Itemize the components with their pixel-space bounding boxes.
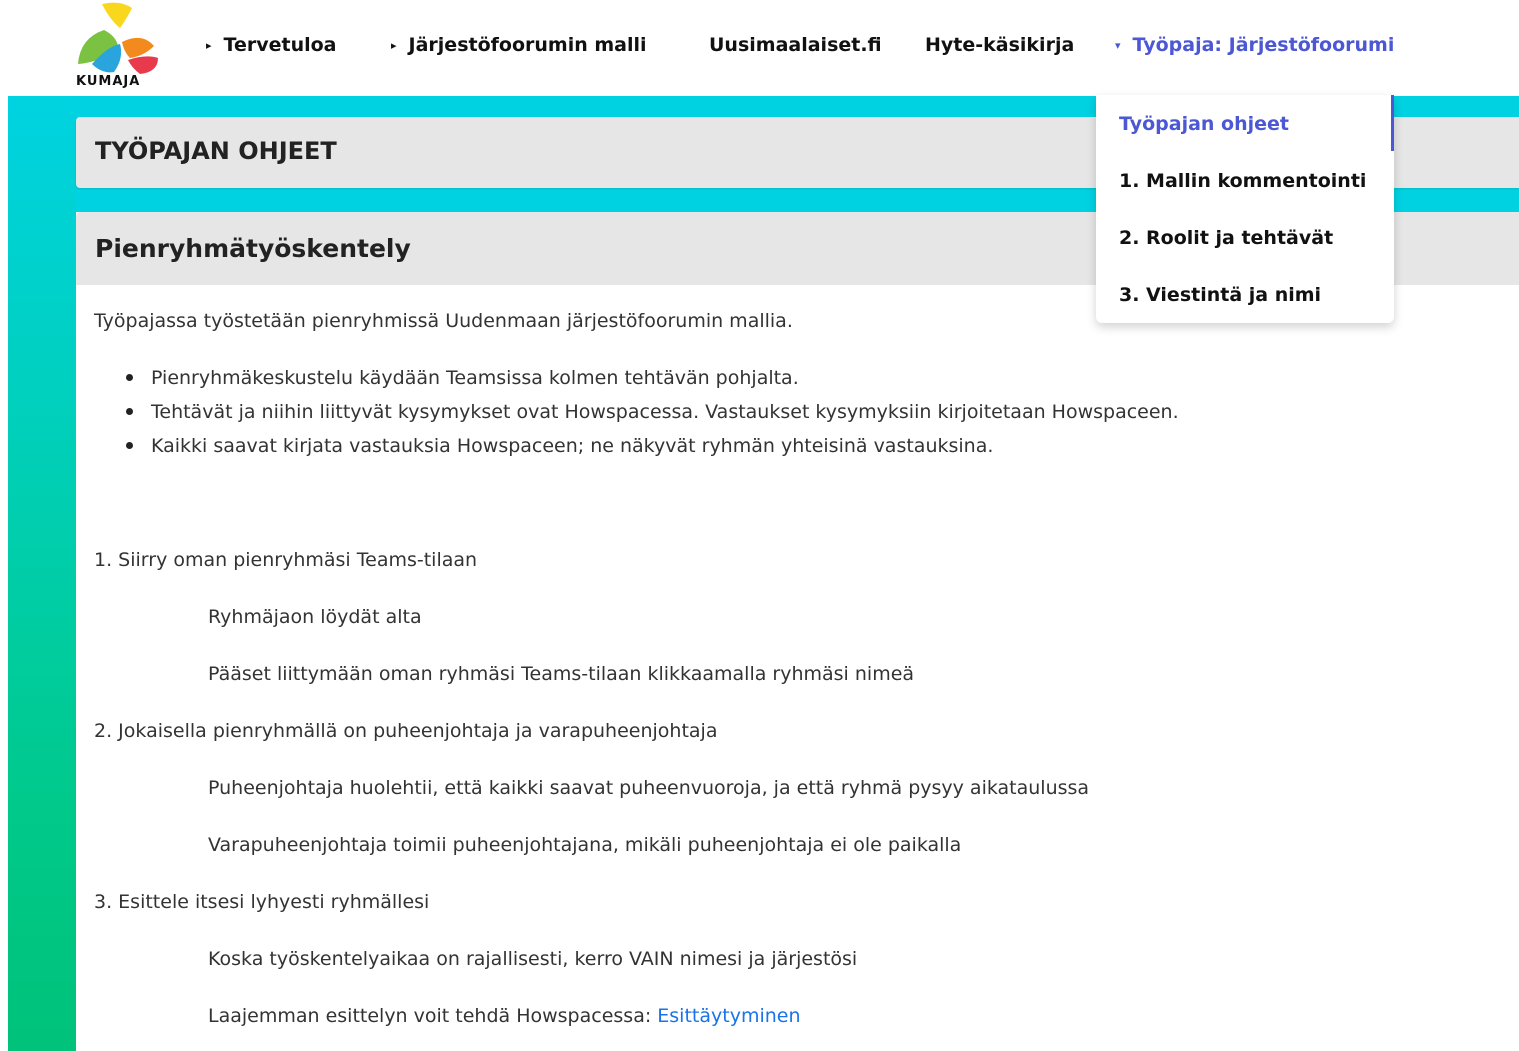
dropdown-item-tyopajan-ohjeet[interactable]: Työpajan ohjeet bbox=[1096, 96, 1394, 153]
caret-down-icon: ▾ bbox=[1115, 39, 1121, 52]
step-detail: Varapuheenjohtaja toimii puheenjohtajana… bbox=[208, 834, 962, 856]
caret-right-icon: ▸ bbox=[391, 39, 397, 52]
step-heading: 1. Siirry oman pienryhmäsi Teams-tilaan bbox=[94, 549, 478, 571]
intro-text: Työpajassa työstetään pienryhmissä Uuden… bbox=[94, 310, 793, 332]
top-navigation: KUMAJA ▸ Tervetuloa ▸ Järjestöfoorumin mal… bbox=[0, 0, 1519, 96]
nav-item-hyte-kasikirja[interactable]: Hyte-käsikirja bbox=[925, 31, 1074, 59]
esittaytyminen-link[interactable]: Esittäytyminen bbox=[657, 1005, 800, 1027]
nav-item-jarjestofoorumin-malli[interactable]: ▸ Järjestöfoorumin malli bbox=[391, 31, 647, 59]
nav-item-tyopaja[interactable]: ▾ Työpaja: Järjestöfoorumi bbox=[1115, 31, 1394, 59]
nav-item-uusimaalaiset[interactable]: Uusimaalaiset.fi bbox=[709, 31, 882, 59]
step-detail: Ryhmäjaon löydät alta bbox=[208, 606, 422, 628]
active-item-indicator bbox=[1391, 95, 1394, 151]
nav-item-label: Uusimaalaiset.fi bbox=[709, 34, 882, 56]
caret-right-icon: ▸ bbox=[206, 39, 212, 52]
nav-item-label: Hyte-käsikirja bbox=[925, 34, 1075, 56]
nav-item-label: Järjestöfoorumin malli bbox=[408, 34, 647, 56]
bullet-dot bbox=[126, 408, 133, 415]
step-heading: 3. Esittele itsesi lyhyesti ryhmällesi bbox=[94, 891, 430, 913]
dropdown-item-mallin-kommentointi[interactable]: 1. Mallin kommentointi bbox=[1096, 153, 1394, 210]
nav-item-tervetuloa[interactable]: ▸ Tervetuloa bbox=[206, 31, 337, 59]
kumaja-logo[interactable]: KUMAJA bbox=[74, 2, 166, 92]
nav-item-label: Työpaja: Järjestöfoorumi bbox=[1132, 34, 1395, 56]
step-detail: Koska työskentelyaikaa on rajallisesti, … bbox=[208, 948, 858, 970]
tyopaja-dropdown-menu: Työpajan ohjeet 1. Mallin kommentointi 2… bbox=[1096, 95, 1394, 323]
bullet-item: Tehtävät ja niihin liittyvät kysymykset … bbox=[151, 401, 1179, 423]
left-gradient-strip bbox=[8, 96, 76, 1051]
step-detail: Pääset liittymään oman ryhmäsi Teams-til… bbox=[208, 663, 915, 685]
step-detail: Laajemman esittelyn voit tehdä Howspaces… bbox=[208, 1004, 801, 1028]
logo-icon bbox=[78, 2, 158, 74]
step-detail-text: Laajemman esittelyn voit tehdä Howspaces… bbox=[208, 1005, 658, 1027]
logo-text: KUMAJA bbox=[76, 74, 141, 89]
content-card: Pienryhmätyöskentely bbox=[76, 212, 1519, 1051]
step-heading: 2. Jokaisella pienryhmällä on puheenjoht… bbox=[94, 720, 718, 742]
bullet-item: Kaikki saavat kirjata vastauksia Howspac… bbox=[151, 435, 994, 457]
dropdown-item-viestinta-ja-nimi[interactable]: 3. Viestintä ja nimi bbox=[1096, 267, 1394, 324]
page-title: TYÖPAJAN OHJEET bbox=[95, 137, 337, 165]
nav-item-label: Tervetuloa bbox=[223, 34, 337, 56]
step-detail: Puheenjohtaja huolehtii, että kaikki saa… bbox=[208, 777, 1090, 799]
dropdown-item-roolit-ja-tehtavat[interactable]: 2. Roolit ja tehtävät bbox=[1096, 210, 1394, 267]
bullet-item: Pienryhmäkeskustelu käydään Teamsissa ko… bbox=[151, 367, 799, 389]
bullet-dot bbox=[126, 374, 133, 381]
bullet-dot bbox=[126, 442, 133, 449]
section-heading: Pienryhmätyöskentely bbox=[95, 234, 411, 263]
